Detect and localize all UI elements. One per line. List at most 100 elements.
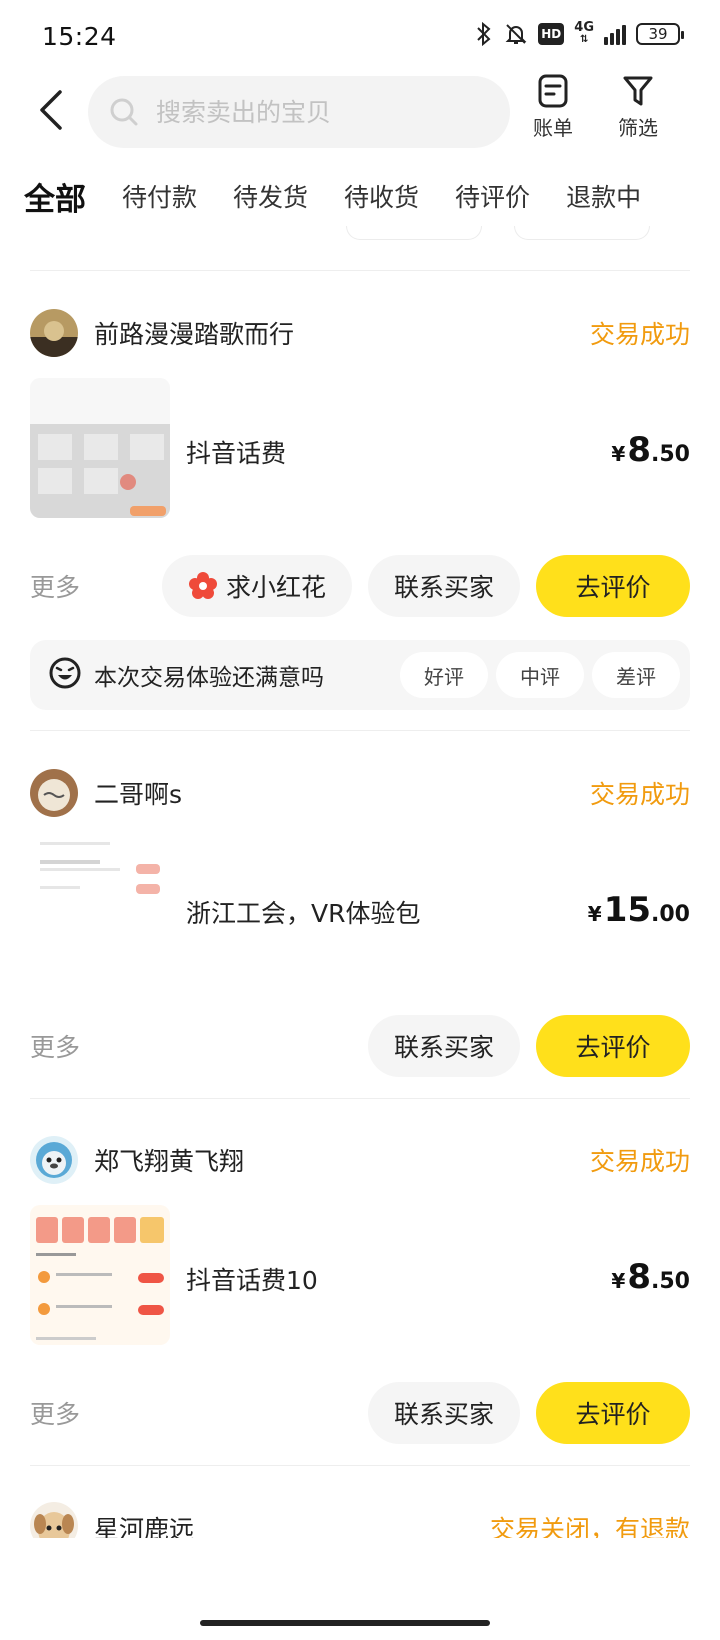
more-button[interactable]: 更多: [30, 1028, 80, 1064]
order-status: 交易成功: [589, 1147, 690, 1176]
item-thumbnail: [30, 378, 170, 518]
item-thumbnail: [30, 838, 170, 978]
order-tabs: 全部 待付款 待发货 待收货 待评价 退款中: [0, 164, 720, 228]
search-input[interactable]: [156, 97, 476, 127]
tab-pending-review[interactable]: 待评价: [455, 178, 530, 214]
tab-pending-shipment[interactable]: 待发货: [233, 178, 308, 214]
smiley-icon: [48, 656, 82, 694]
item-title: 浙江工会，VR体验包: [186, 899, 421, 928]
buyer-avatar[interactable]: [30, 309, 78, 357]
order-status: 交易成功: [589, 320, 690, 349]
order-card: 郑飞翔黄飞翔 交易成功 抖音话费10 ¥ 8 .50 更多 联系买家 去评价: [30, 1135, 690, 1445]
rating-neutral-button[interactable]: 中评: [496, 652, 584, 698]
buyer-avatar[interactable]: [30, 1136, 78, 1184]
order-header[interactable]: 二哥啊s 交易成功: [30, 768, 690, 818]
header: 账单 筛选: [0, 72, 720, 154]
filter-label: 筛选: [618, 116, 658, 140]
previous-card-button-edge: [514, 226, 650, 240]
status-time: 15:24: [42, 22, 117, 51]
item-title: 抖音话费: [186, 439, 287, 468]
more-button[interactable]: 更多: [30, 568, 80, 604]
price-currency: ¥: [611, 1269, 626, 1293]
network-type: 4G ⇅: [574, 20, 594, 46]
price-integer: 8: [627, 1257, 652, 1297]
battery-level: 39: [648, 25, 668, 43]
filter-button[interactable]: 筛选: [603, 74, 673, 141]
rating-options: 好评 中评 差评: [400, 652, 680, 698]
price-integer: 15: [603, 890, 652, 930]
item-thumbnail: [30, 1205, 170, 1345]
rating-good-button[interactable]: 好评: [400, 652, 488, 698]
buyer-name: 郑飞翔黄飞翔: [94, 1147, 245, 1176]
order-header[interactable]: 星河鹿远 交易关闭，有退款: [30, 1502, 690, 1538]
item-price: ¥ 8 .50: [611, 430, 690, 470]
order-header[interactable]: 前路漫漫踏歌而行 交易成功: [30, 308, 690, 358]
order-actions: 更多 求小红花 联系买家 去评价: [30, 554, 690, 618]
red-flower-icon: [188, 571, 218, 601]
item-title: 抖音话费10: [186, 1266, 318, 1295]
divider: [30, 270, 690, 271]
review-button[interactable]: 去评价: [536, 1382, 690, 1444]
order-actions: 更多 联系买家 去评价: [30, 1381, 690, 1445]
review-button[interactable]: 去评价: [536, 1015, 690, 1077]
rating-bad-button[interactable]: 差评: [592, 652, 680, 698]
buyer-avatar[interactable]: [30, 1502, 78, 1538]
review-button[interactable]: 去评价: [536, 555, 690, 617]
buyer-name: 前路漫漫踏歌而行: [94, 320, 295, 349]
ask-flower-button[interactable]: 求小红花: [161, 555, 352, 617]
order-header[interactable]: 郑飞翔黄飞翔 交易成功: [30, 1135, 690, 1185]
buyer-name: 二哥啊s: [94, 780, 183, 809]
contact-buyer-button[interactable]: 联系买家: [367, 555, 520, 617]
status-icons: HD 4G ⇅ 39: [474, 20, 684, 46]
data-arrows-icon: ⇅: [579, 34, 589, 45]
price-decimal: .00: [651, 902, 690, 927]
price-currency: ¥: [611, 442, 626, 466]
order-item[interactable]: 抖音话费10 ¥ 8 .50: [30, 1205, 690, 1353]
ask-flower-label: 求小红花: [225, 573, 326, 602]
search-box[interactable]: [88, 76, 510, 148]
item-price: ¥ 15 .00: [588, 890, 690, 930]
network-label: 4G: [574, 20, 594, 35]
signal-icon: [604, 23, 626, 45]
order-status: 交易关闭，有退款: [489, 1515, 690, 1538]
home-indicator[interactable]: [200, 1620, 490, 1626]
buyer-avatar[interactable]: [30, 769, 78, 817]
order-status: 交易成功: [589, 780, 690, 809]
bill-label: 账单: [533, 116, 573, 140]
price-decimal: .50: [651, 442, 690, 467]
order-card: 星河鹿远 交易关闭，有退款: [30, 1502, 690, 1538]
contact-buyer-button[interactable]: 联系买家: [367, 1382, 520, 1444]
previous-card-button-edge: [346, 226, 482, 240]
divider: [30, 1465, 690, 1466]
back-button[interactable]: [30, 84, 70, 136]
order-item[interactable]: 抖音话费 ¥ 8 .50: [30, 378, 690, 526]
more-button[interactable]: 更多: [30, 1395, 80, 1431]
battery-icon: 39: [636, 23, 684, 45]
order-actions: 更多 联系买家 去评价: [30, 1014, 690, 1078]
tab-refunding[interactable]: 退款中: [566, 178, 641, 214]
tab-pending-receipt[interactable]: 待收货: [344, 178, 419, 214]
item-price: ¥ 8 .50: [611, 1257, 690, 1297]
divider: [30, 1098, 690, 1099]
bluetooth-icon: [474, 22, 494, 46]
back-arrow-icon: [40, 90, 62, 130]
tab-pending-payment[interactable]: 待付款: [122, 178, 197, 214]
bill-icon: [538, 74, 568, 108]
divider: [30, 730, 690, 731]
rating-bar: 本次交易体验还满意吗 好评 中评 差评: [30, 640, 690, 710]
buyer-name: 星河鹿远: [94, 1515, 195, 1538]
price-integer: 8: [627, 430, 652, 470]
price-decimal: .50: [651, 1269, 690, 1294]
price-currency: ¥: [587, 902, 602, 926]
rating-question: 本次交易体验还满意吗: [94, 665, 324, 691]
contact-buyer-button[interactable]: 联系买家: [367, 1015, 520, 1077]
order-card: 前路漫漫踏歌而行 交易成功 抖音话费 ¥ 8 .50 更多 求小红花 联系买家 …: [30, 308, 690, 710]
bell-off-icon: [504, 22, 528, 46]
tab-all[interactable]: 全部: [24, 174, 86, 219]
filter-icon: [623, 76, 653, 106]
hd-badge: HD: [538, 23, 565, 45]
order-item[interactable]: 浙江工会，VR体验包 ¥ 15 .00: [30, 838, 690, 986]
status-bar: 15:24 HD 4G ⇅ 39: [0, 0, 720, 72]
search-icon: [110, 98, 138, 126]
bill-button[interactable]: 账单: [518, 74, 588, 141]
